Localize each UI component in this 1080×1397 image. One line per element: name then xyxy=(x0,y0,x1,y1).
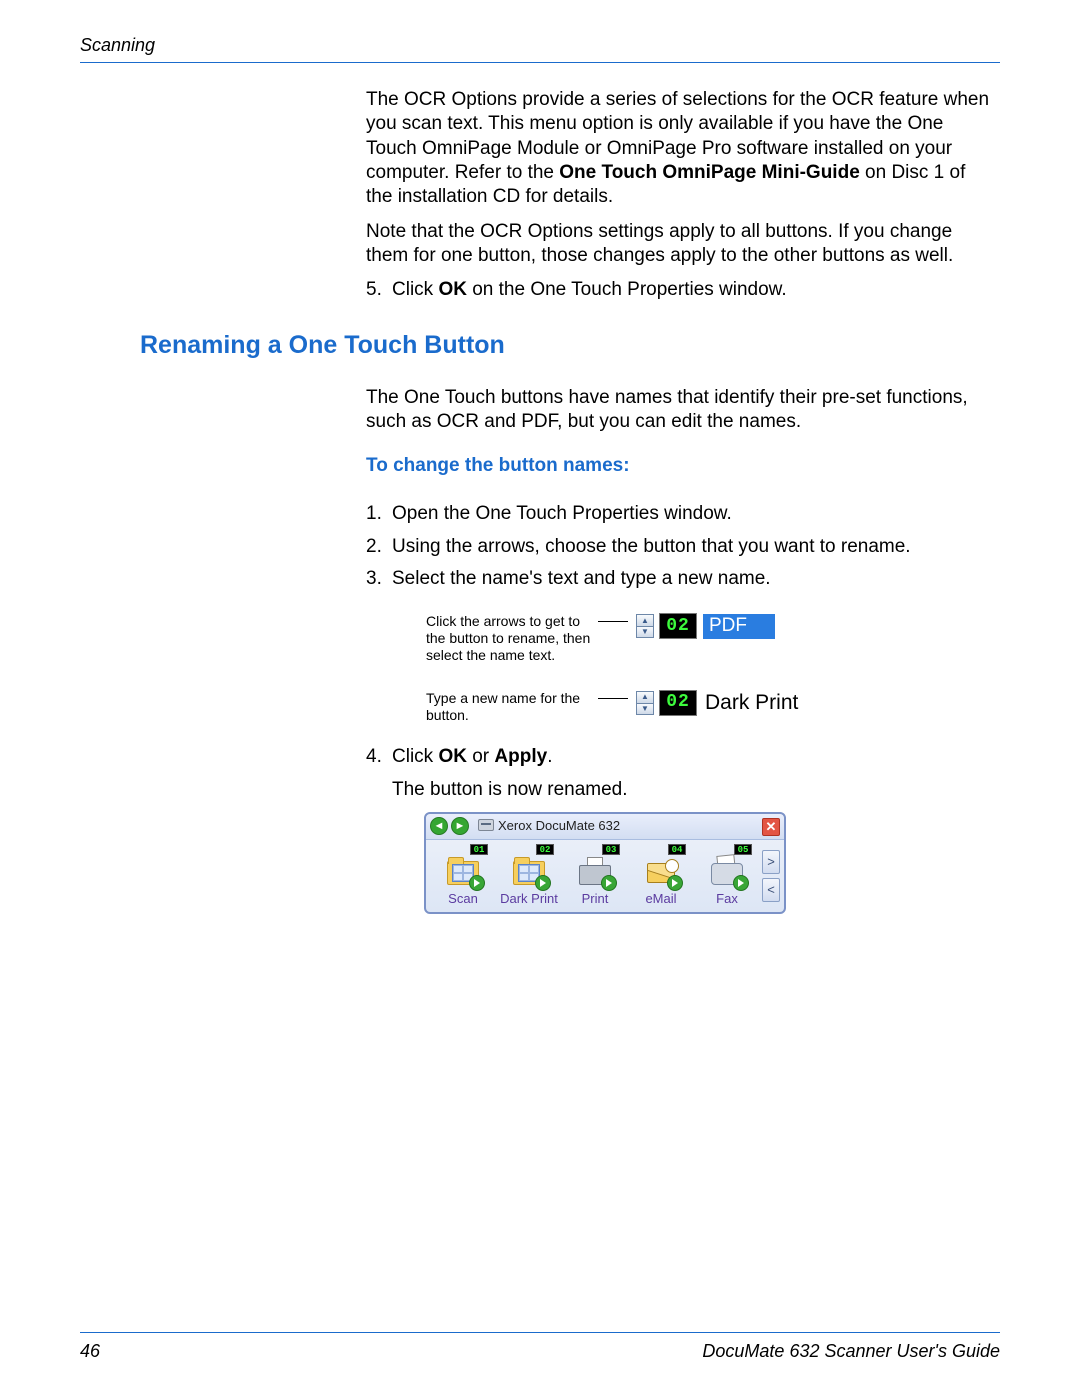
toolbar-item-label: Dark Print xyxy=(500,891,558,908)
toolbar-item-dark-print[interactable]: 02 Dark Print xyxy=(498,844,560,908)
toolbar-item-label: eMail xyxy=(645,891,676,908)
step-4: 4. Click OK or Apply. xyxy=(366,745,992,769)
callout-line xyxy=(598,621,628,622)
toolbar-items: 01 Scan 02 Dark Print 03 Print 04 eMail 05 Fax xyxy=(430,844,760,908)
step-number: 1. xyxy=(366,502,392,526)
text: . xyxy=(547,746,552,767)
docgrid-icon xyxy=(443,853,483,889)
toolbar-scroll: > < xyxy=(762,844,780,908)
toolbar-item-fax[interactable]: 05 Fax xyxy=(696,844,758,908)
spinner-down-icon[interactable]: ▼ xyxy=(636,626,654,638)
bold-text: OK xyxy=(438,746,467,767)
step-text: Click OK or Apply. xyxy=(392,745,992,769)
step-text: Open the One Touch Properties window. xyxy=(392,502,992,526)
step-number: 4. xyxy=(366,745,392,769)
step-text: Using the arrows, choose the button that… xyxy=(392,535,992,559)
page-header: Scanning xyxy=(80,35,1000,63)
spinner-widget-darkprint: ▲ ▼ 02 Dark Print xyxy=(636,690,798,716)
step-3: 3. Select the name's text and type a new… xyxy=(366,567,992,591)
text: on the One Touch Properties window. xyxy=(467,279,787,300)
toolbar-item-number: 02 xyxy=(536,844,554,855)
close-icon[interactable]: ✕ xyxy=(762,818,780,836)
section-title: Renaming a One Touch Button xyxy=(140,331,992,360)
callout-row-2: Type a new name for the button. ▲ ▼ 02 D… xyxy=(426,690,992,724)
bold-text: One Touch OmniPage Mini-Guide xyxy=(559,162,860,183)
toolbar-item-number: 01 xyxy=(470,844,488,855)
toolbar-item-label: Scan xyxy=(448,891,478,908)
toolbar-body: 01 Scan 02 Dark Print 03 Print 04 eMail 05 Fax > … xyxy=(426,840,784,908)
step-number: 5. xyxy=(366,278,392,302)
text: Click xyxy=(392,279,438,300)
footer-page-number: 46 xyxy=(80,1341,100,1362)
mail-icon xyxy=(641,853,681,889)
callout-text: Click the arrows to get to the button to… xyxy=(426,613,598,663)
callout-text: Type a new name for the button. xyxy=(426,690,598,724)
scroll-next-button[interactable]: > xyxy=(762,850,780,874)
intro-paragraph-1: The OCR Options provide a series of sele… xyxy=(366,88,992,210)
toolbar-item-scan[interactable]: 01 Scan xyxy=(432,844,494,908)
printer-icon xyxy=(575,853,615,889)
step-1: 1. Open the One Touch Properties window. xyxy=(366,502,992,526)
scroll-prev-button[interactable]: < xyxy=(762,878,780,902)
spinner[interactable]: ▲ ▼ xyxy=(636,614,654,638)
toolbar-item-label: Print xyxy=(582,891,609,908)
intro-paragraph-2: Note that the OCR Options settings apply… xyxy=(366,220,992,269)
fax-icon xyxy=(707,853,747,889)
subheading: To change the button names: xyxy=(366,454,992,478)
step-5: 5. Click OK on the One Touch Properties … xyxy=(366,278,992,302)
docgrid-icon xyxy=(509,853,549,889)
lcd-display: 02 xyxy=(659,690,697,716)
callout-diagram: Click the arrows to get to the button to… xyxy=(426,613,992,723)
step-number: 2. xyxy=(366,535,392,559)
bold-text: OK xyxy=(438,279,467,300)
toolbar-item-number: 03 xyxy=(602,844,620,855)
step-4-result: The button is now renamed. xyxy=(392,778,992,802)
text: Click xyxy=(392,746,438,767)
step-2: 2. Using the arrows, choose the button t… xyxy=(366,535,992,559)
spinner[interactable]: ▲ ▼ xyxy=(636,691,654,715)
onetouch-toolbar: ◄ ► Xerox DocuMate 632 ✕ 01 Scan 02 Dark Pr… xyxy=(424,812,786,914)
scanner-icon xyxy=(478,819,494,833)
toolbar-title-text: Xerox DocuMate 632 xyxy=(498,818,620,835)
step-text: Select the name's text and type a new na… xyxy=(392,567,992,591)
text: or xyxy=(467,746,494,767)
toolbar-item-number: 05 xyxy=(734,844,752,855)
step-number: 3. xyxy=(366,567,392,591)
spinner-widget-pdf: ▲ ▼ 02 PDF xyxy=(636,613,775,639)
section-intro: The One Touch buttons have names that id… xyxy=(366,386,992,435)
button-name-input[interactable]: Dark Print xyxy=(703,690,798,715)
spinner-up-icon[interactable]: ▲ xyxy=(636,691,654,703)
toolbar-item-label: Fax xyxy=(716,891,738,908)
page-content: The OCR Options provide a series of sele… xyxy=(80,88,992,914)
callout-line xyxy=(598,698,628,699)
toolbar-item-email[interactable]: 04 eMail xyxy=(630,844,692,908)
toolbar-titlebar: ◄ ► Xerox DocuMate 632 ✕ xyxy=(426,814,784,840)
button-name-selected[interactable]: PDF xyxy=(703,614,775,639)
header-section: Scanning xyxy=(80,35,155,55)
lcd-display: 02 xyxy=(659,613,697,639)
page-footer: 46 DocuMate 632 Scanner User's Guide xyxy=(80,1332,1000,1362)
nav-back-icon[interactable]: ◄ xyxy=(430,817,448,835)
step-text: Click OK on the One Touch Properties win… xyxy=(392,278,992,302)
nav-forward-icon[interactable]: ► xyxy=(451,817,469,835)
toolbar-item-number: 04 xyxy=(668,844,686,855)
bold-text: Apply xyxy=(494,746,547,767)
callout-row-1: Click the arrows to get to the button to… xyxy=(426,613,992,663)
spinner-down-icon[interactable]: ▼ xyxy=(636,703,654,715)
footer-guide-title: DocuMate 632 Scanner User's Guide xyxy=(702,1341,1000,1362)
toolbar-item-print[interactable]: 03 Print xyxy=(564,844,626,908)
spinner-up-icon[interactable]: ▲ xyxy=(636,614,654,626)
